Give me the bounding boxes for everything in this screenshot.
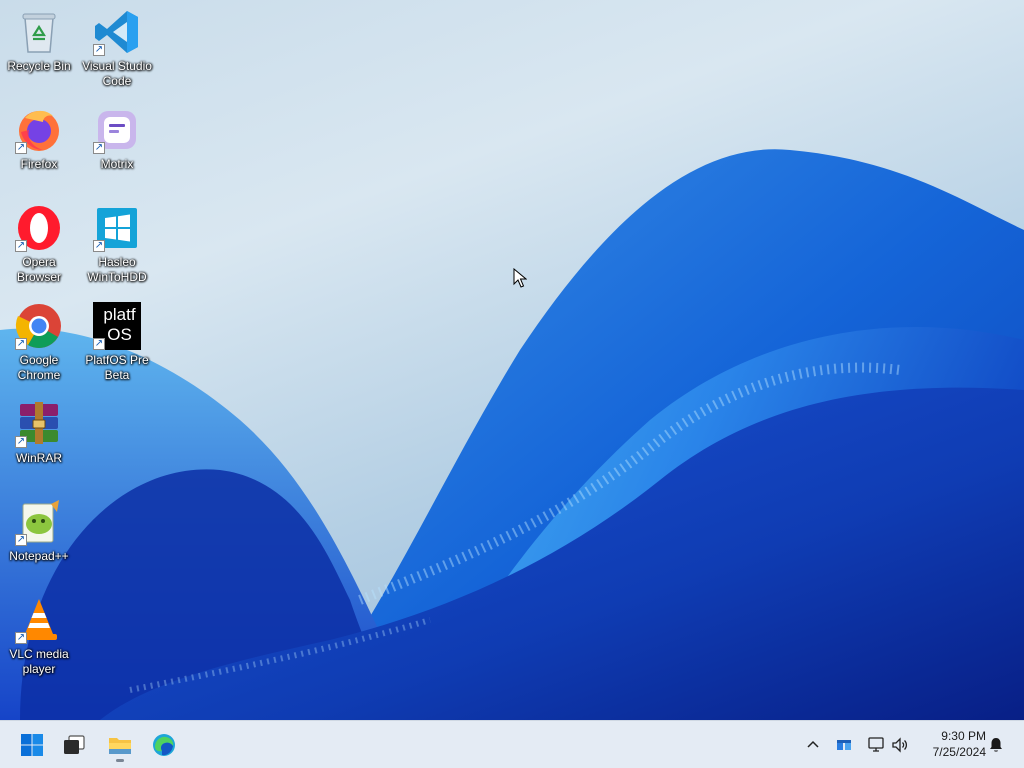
shortcut-arrow-icon: ↗ (15, 240, 27, 252)
volume-tray-button[interactable] (888, 733, 912, 757)
opera-icon: ↗ (15, 204, 63, 252)
desktop-icon-recycle-bin[interactable]: Recycle Bin (1, 8, 77, 74)
desktop-icon-label: Hasleo WinToHDD (87, 255, 147, 284)
chrome-icon: ↗ (15, 302, 63, 350)
desktop-icon-label: VLC media player (9, 647, 69, 676)
desktop-icon-vlc[interactable]: ↗ VLC media player (1, 596, 77, 677)
network-tray-button[interactable] (864, 733, 888, 757)
shortcut-arrow-icon: ↗ (93, 142, 105, 154)
notepadpp-icon: ↗ (15, 498, 63, 546)
desktop-icon-platfos[interactable]: platf OS ↗ PlatfOS Pre Beta (79, 302, 155, 383)
running-indicator (116, 759, 124, 762)
security-tray-button[interactable] (832, 733, 856, 757)
shortcut-arrow-icon: ↗ (15, 632, 27, 644)
shortcut-arrow-icon: ↗ (15, 142, 27, 154)
taskbar: 9:30 PM 7/25/2024 (0, 720, 1024, 768)
notification-bell-icon (990, 738, 1002, 752)
security-icon (837, 740, 851, 750)
shortcut-arrow-icon: ↗ (93, 338, 105, 350)
task-view-icon (64, 735, 85, 754)
show-hidden-icons-button[interactable] (801, 733, 825, 757)
desktop-icon-label: Motrix (100, 157, 134, 171)
windows-logo-icon (21, 734, 43, 756)
desktop-icon-label: Recycle Bin (7, 59, 71, 73)
shortcut-arrow-icon: ↗ (15, 338, 27, 350)
shortcut-arrow-icon: ↗ (15, 534, 27, 546)
desktop-icon-winrar[interactable]: ↗ WinRAR (1, 400, 77, 466)
desktop-icon-label: Google Chrome (17, 353, 61, 382)
shortcut-arrow-icon: ↗ (93, 240, 105, 252)
desktop-icon-label: Firefox (20, 157, 58, 171)
task-view-button[interactable] (56, 727, 92, 763)
network-icon (868, 737, 884, 752)
wintohdd-icon: ↗ (93, 204, 141, 252)
folder-icon (109, 738, 131, 754)
desktop-icon-motrix[interactable]: ↗ Motrix (79, 106, 155, 172)
desktop-icon-label: PlatfOS Pre Beta (85, 353, 149, 382)
desktop-icon-vscode[interactable]: ↗ Visual Studio Code (79, 8, 155, 89)
desktop-icon-wintohdd[interactable]: ↗ Hasleo WinToHDD (79, 204, 155, 285)
shortcut-arrow-icon: ↗ (15, 436, 27, 448)
clock-time: 9:30 PM (941, 729, 986, 743)
desktop-icon-firefox[interactable]: ↗ Firefox (1, 106, 77, 172)
vlc-icon: ↗ (15, 596, 63, 644)
recycle-bin-icon (15, 8, 63, 56)
notification-center-button[interactable] (984, 733, 1008, 757)
desktop-icon-label: WinRAR (15, 451, 62, 465)
platfos-icon: platf OS ↗ (93, 302, 141, 350)
volume-icon (892, 737, 908, 753)
desktop-icon-chrome[interactable]: ↗ Google Chrome (1, 302, 77, 383)
edge-icon (153, 734, 175, 756)
clock[interactable]: 9:30 PM 7/25/2024 (916, 728, 986, 760)
desktop-icon-label: Opera Browser (16, 255, 61, 284)
motrix-icon: ↗ (93, 106, 141, 154)
desktop[interactable]: Recycle Bin ↗ Visual Studio Code ↗ Firef… (0, 0, 1024, 720)
desktop-icon-notepadpp[interactable]: ↗ Notepad++ (1, 498, 77, 564)
vscode-icon: ↗ (93, 8, 141, 56)
edge-button[interactable] (146, 727, 182, 763)
mouse-pointer-icon (513, 268, 527, 288)
shortcut-arrow-icon: ↗ (93, 44, 105, 56)
firefox-icon: ↗ (15, 106, 63, 154)
start-button[interactable] (14, 727, 50, 763)
chevron-up-icon (807, 740, 819, 748)
clock-date: 7/25/2024 (932, 745, 986, 759)
winrar-icon: ↗ (15, 400, 63, 448)
file-explorer-button[interactable] (102, 727, 138, 763)
desktop-icon-label: Visual Studio Code (82, 59, 152, 88)
desktop-icon-label: Notepad++ (9, 549, 69, 563)
desktop-icon-opera[interactable]: ↗ Opera Browser (1, 204, 77, 285)
